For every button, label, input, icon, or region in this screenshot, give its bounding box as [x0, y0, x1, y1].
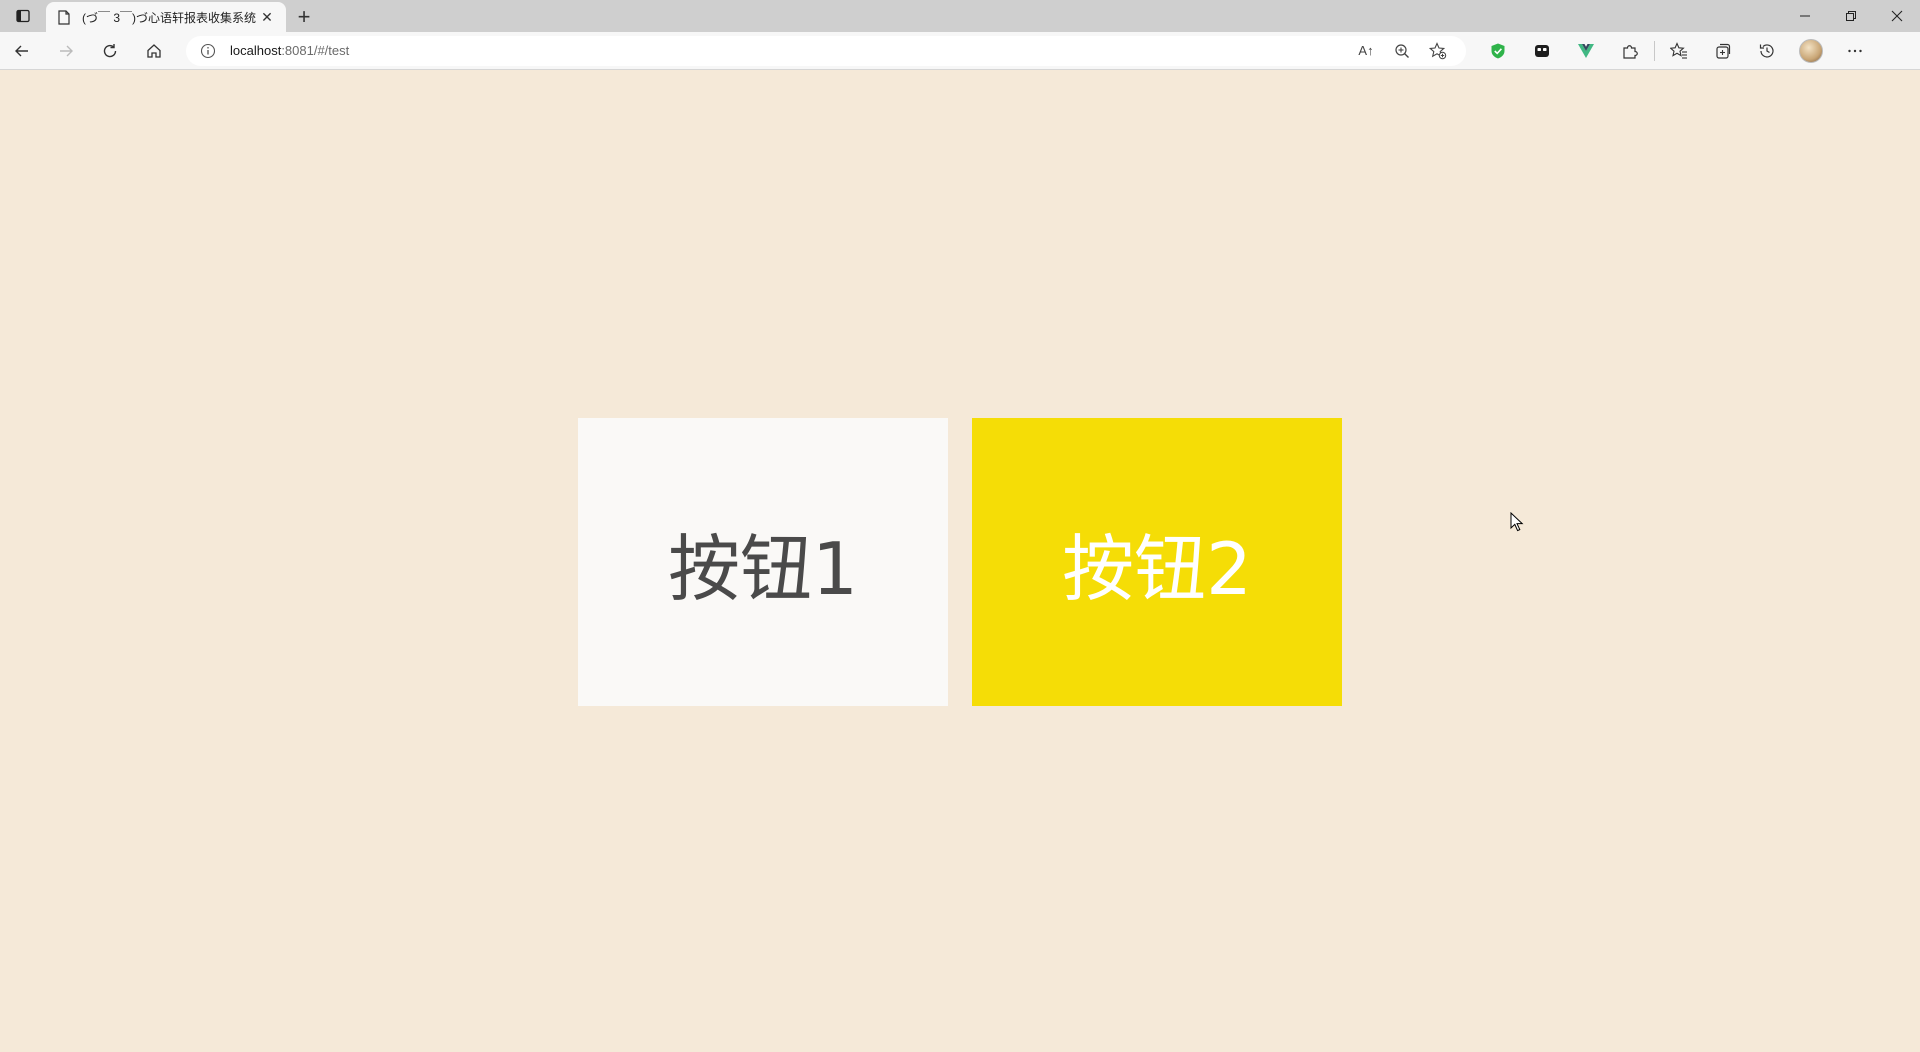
- minimize-icon[interactable]: [1782, 0, 1828, 32]
- new-tab-button[interactable]: +: [286, 2, 322, 32]
- tab-bar: (づ￣ 3￣)づ心语轩报表收集系统 ✕ +: [0, 0, 1920, 32]
- restore-icon[interactable]: [1828, 0, 1874, 32]
- read-aloud-icon[interactable]: A↑: [1348, 36, 1384, 66]
- mouse-pointer-icon: [1510, 511, 1524, 537]
- close-icon[interactable]: ✕: [258, 8, 276, 26]
- tab-actions-icon[interactable]: [0, 0, 46, 32]
- home-icon[interactable]: [132, 34, 176, 68]
- collections-icon[interactable]: [1701, 34, 1745, 68]
- history-icon[interactable]: [1745, 34, 1789, 68]
- toolbar-divider: [1654, 40, 1655, 61]
- address-bar[interactable]: localhost :8081/#/test A↑: [186, 35, 1466, 66]
- zoom-icon[interactable]: [1384, 36, 1420, 66]
- button-2[interactable]: 按钮2: [972, 418, 1342, 706]
- back-arrow-icon[interactable]: [0, 34, 44, 68]
- vue-devtools-icon[interactable]: [1564, 34, 1608, 68]
- more-icon[interactable]: [1833, 34, 1877, 68]
- window-controls: [1782, 0, 1920, 32]
- browser-tab[interactable]: (づ￣ 3￣)づ心语轩报表收集系统 ✕: [46, 2, 286, 32]
- shield-extension-icon[interactable]: [1476, 34, 1520, 68]
- tab-title: (づ￣ 3￣)づ心语轩报表收集系统: [82, 10, 257, 25]
- refresh-icon[interactable]: [88, 34, 132, 68]
- page-content: 按钮1 按钮2: [0, 70, 1920, 1052]
- window-close-icon[interactable]: [1874, 0, 1920, 32]
- favorites-icon[interactable]: [1657, 34, 1701, 68]
- extension-icon[interactable]: [1520, 34, 1564, 68]
- extensions-puzzle-icon[interactable]: [1608, 34, 1652, 68]
- forward-arrow-icon[interactable]: [44, 34, 88, 68]
- profile-avatar[interactable]: [1789, 34, 1833, 68]
- add-favorite-icon[interactable]: [1420, 36, 1456, 66]
- page-icon: [56, 9, 72, 25]
- browser-toolbar: localhost :8081/#/test A↑: [0, 32, 1920, 70]
- extensions-area: [1476, 34, 1877, 68]
- button-1[interactable]: 按钮1: [578, 418, 948, 706]
- info-icon[interactable]: [198, 41, 218, 61]
- url-path: :8081/#/test: [281, 43, 350, 58]
- url-host: localhost: [230, 43, 282, 58]
